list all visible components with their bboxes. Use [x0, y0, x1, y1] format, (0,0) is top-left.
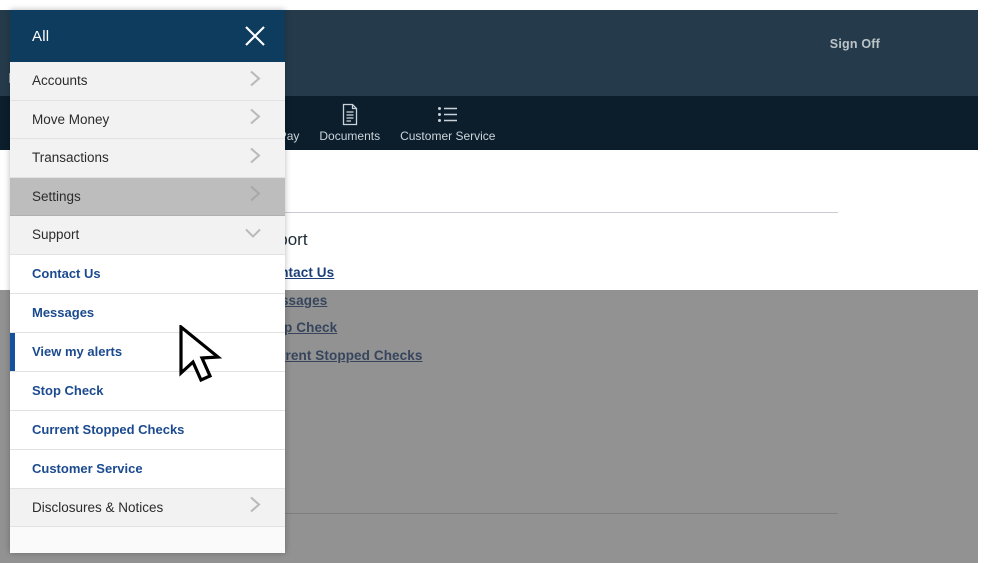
menu-item-label: Contact Us	[32, 266, 101, 281]
chevron-down-icon	[243, 224, 263, 245]
menu-item-label: Move Money	[32, 111, 110, 127]
menu-item-accounts[interactable]: Accounts	[10, 62, 285, 101]
chevron-right-icon	[247, 68, 263, 93]
drawer-menu: Accounts Move Money Transactions Setting…	[10, 62, 285, 527]
menu-item-label: Customer Service	[32, 461, 143, 476]
menu-item-label: Support	[32, 227, 80, 243]
menu-item-customer-service[interactable]: Customer Service	[10, 449, 285, 489]
menu-item-transactions[interactable]: Transactions	[10, 139, 285, 178]
menu-item-move-money[interactable]: Move Money	[10, 100, 285, 139]
drawer-title: All	[32, 27, 50, 45]
menu-item-view-my-alerts[interactable]: View my alerts	[10, 332, 285, 372]
nav-item-documents[interactable]: Documents	[309, 96, 390, 143]
chevron-right-icon	[247, 107, 263, 132]
menu-item-settings[interactable]: Settings	[10, 177, 285, 216]
nav-label: Customer Service	[400, 129, 496, 143]
nav-item-customer-service[interactable]: Customer Service	[390, 96, 505, 143]
bullet-list-icon	[436, 101, 460, 127]
side-menu-drawer: All Accounts Move Money Transactions Set…	[10, 10, 285, 553]
menu-item-label: Settings	[32, 188, 81, 204]
menu-item-label: Disclosures & Notices	[32, 499, 164, 515]
menu-item-current-stopped-checks[interactable]: Current Stopped Checks	[10, 410, 285, 450]
chevron-right-icon	[247, 184, 263, 209]
close-x-icon[interactable]	[239, 20, 271, 52]
document-page-icon	[340, 101, 360, 127]
menu-item-label: Accounts	[32, 73, 88, 89]
menu-item-messages[interactable]: Messages	[10, 293, 285, 333]
menu-item-label: Current Stopped Checks	[32, 422, 185, 437]
drawer-header: All	[10, 10, 285, 62]
menu-item-contact-us[interactable]: Contact Us	[10, 254, 285, 294]
menu-item-label: Stop Check	[32, 383, 104, 398]
menu-item-label: Transactions	[32, 150, 109, 166]
chevron-right-icon	[247, 495, 263, 520]
menu-item-support[interactable]: Support	[10, 216, 285, 255]
nav-label: Documents	[319, 129, 381, 143]
menu-item-stop-check[interactable]: Stop Check	[10, 371, 285, 411]
screen: NK Sign Off	[0, 0, 1000, 563]
menu-item-label: View my alerts	[32, 344, 123, 359]
support-heading: Support	[248, 230, 548, 250]
menu-item-disclosures-notices[interactable]: Disclosures & Notices	[10, 488, 285, 527]
menu-item-label: Messages	[32, 305, 95, 320]
chevron-right-icon	[247, 145, 263, 170]
list-item: Contact Us	[262, 264, 548, 282]
